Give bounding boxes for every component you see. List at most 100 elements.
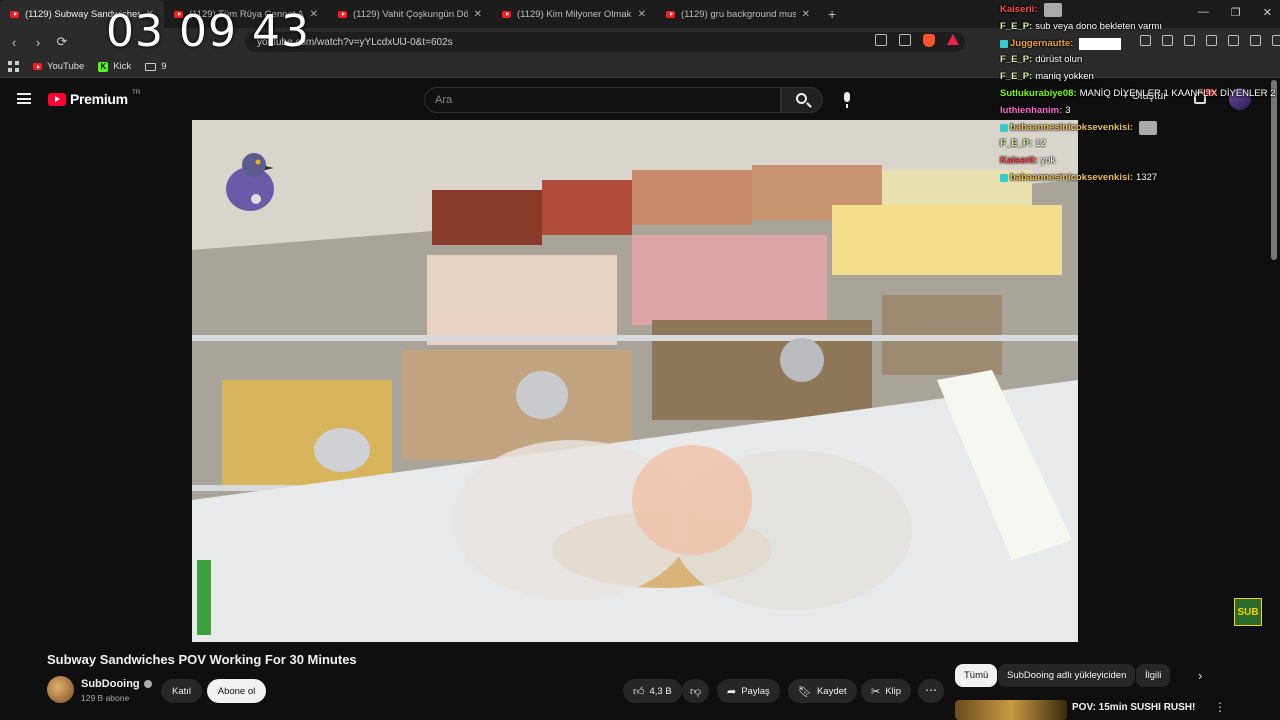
chat-username[interactable]: Juggernautte: bbox=[1010, 36, 1073, 53]
subscribe-button[interactable]: Abone ol bbox=[207, 679, 266, 703]
reload-icon[interactable]: ⟳ bbox=[52, 34, 72, 50]
bookmark-kick[interactable]: K Kick bbox=[98, 61, 131, 72]
chat-message: F_E_P: sub veya dono bekleten varmı bbox=[1000, 19, 1270, 36]
share-button[interactable]: ➦ Paylaş bbox=[717, 679, 780, 703]
dislike-button[interactable]: 👎︎ bbox=[682, 679, 710, 703]
close-tab-icon[interactable]: ✕ bbox=[474, 9, 482, 20]
youtube-favicon-icon bbox=[502, 10, 511, 18]
chat-redaction bbox=[1079, 37, 1122, 50]
back-icon[interactable]: ‹ bbox=[4, 35, 24, 50]
chat-message: Juggernautte: bbox=[1000, 36, 1270, 53]
video-frame bbox=[192, 120, 1078, 642]
more-actions-icon[interactable]: ⋯ bbox=[918, 679, 944, 703]
chat-username[interactable]: Kaiserii: bbox=[1000, 2, 1038, 19]
brave-shield-icon[interactable] bbox=[923, 34, 935, 47]
youtube-favicon-icon bbox=[666, 10, 675, 18]
chat-username[interactable]: Sutlukurabiye08: bbox=[1000, 86, 1077, 103]
address-bar-icons bbox=[875, 34, 959, 47]
youtube-icon bbox=[33, 63, 42, 70]
hamburger-menu-icon[interactable] bbox=[17, 93, 31, 104]
channel-avatar[interactable] bbox=[47, 676, 74, 703]
chat-message: F_E_P: maniq yokken bbox=[1000, 69, 1270, 86]
chevron-right-icon[interactable]: › bbox=[1198, 668, 1202, 683]
forward-icon[interactable]: › bbox=[28, 35, 48, 50]
stream-timer: 03 09 43 bbox=[106, 6, 310, 57]
bookmark-youtube[interactable]: YouTube bbox=[33, 61, 84, 72]
voice-search-button[interactable] bbox=[834, 87, 860, 113]
url-input[interactable]: youtube.com/watch?v=yYLcdxUlJ-0&t=602s bbox=[245, 32, 965, 52]
chat-username[interactable]: F_E_P: bbox=[1000, 52, 1032, 69]
youtube-favicon-icon bbox=[10, 10, 19, 18]
thumbs-down-icon: 👎︎ bbox=[690, 685, 702, 698]
apps-grid-icon[interactable] bbox=[8, 61, 19, 72]
verified-icon bbox=[143, 680, 152, 688]
chat-badge-icon bbox=[1000, 39, 1008, 48]
chat-message: Kaiserii: yok bbox=[1000, 153, 1270, 170]
youtube-play-icon bbox=[48, 92, 66, 106]
video-player[interactable] bbox=[192, 120, 1078, 642]
mic-icon bbox=[844, 92, 850, 102]
chat-message: F_E_P: dürüst olun bbox=[1000, 52, 1270, 69]
chat-text: 1327 bbox=[1136, 171, 1158, 183]
join-button[interactable]: Katıl bbox=[161, 679, 202, 703]
scissors-icon: ✂ bbox=[871, 685, 881, 698]
subscriber-count: 129 B abone bbox=[81, 693, 130, 703]
browser-tab[interactable]: (1129) Vahit Çoşkungün Dönence M✕ bbox=[328, 0, 492, 28]
pigeon-overlay-icon bbox=[226, 153, 274, 211]
chat-username[interactable]: babaannesinicoksevenkisi: bbox=[1010, 170, 1133, 187]
chat-username[interactable]: F_E_P: bbox=[1000, 136, 1032, 153]
save-button[interactable]: 🔖︎ Kaydet bbox=[788, 679, 857, 703]
close-tab-icon[interactable]: ✕ bbox=[310, 9, 318, 20]
search-input[interactable]: Ara bbox=[424, 87, 781, 113]
chat-message: Sutlukurabiye08: MANİQ DİYENLER 1 KAANFLI… bbox=[1000, 86, 1275, 103]
video-title: Subway Sandwiches POV Working For 30 Min… bbox=[47, 652, 357, 667]
recommendation-thumbnail[interactable] bbox=[955, 700, 1067, 720]
chat-text: sub veya dono bekleten varmı bbox=[1035, 20, 1162, 32]
search-icon bbox=[796, 93, 807, 104]
chip-all[interactable]: Tümü bbox=[955, 664, 998, 687]
youtube-logo[interactable]: Premium TR bbox=[48, 89, 140, 107]
like-button[interactable]: 👍︎ 4,3 B bbox=[623, 679, 682, 703]
chat-overlay: Kaiserii: F_E_P: sub veya dono bekleten va… bbox=[1000, 2, 1275, 187]
channel-name[interactable]: SubDooing bbox=[81, 678, 152, 690]
chat-message: Kaiserii: bbox=[1000, 2, 1270, 19]
page-scrollbar[interactable] bbox=[1271, 80, 1277, 260]
close-tab-icon[interactable]: ✕ bbox=[802, 9, 810, 20]
recommendation-menu-icon[interactable]: ⋮ bbox=[1214, 700, 1226, 714]
browser-tab[interactable]: (1129) gru background music (1 hou✕ bbox=[656, 0, 820, 28]
recommendation-title[interactable]: POV: 15min SUSHI RUSH! bbox=[1072, 702, 1195, 713]
chat-badge-icon bbox=[1000, 174, 1008, 183]
chip-from-uploader[interactable]: SubDooing adlı yükleyiciden bbox=[998, 664, 1136, 687]
folder-icon bbox=[145, 62, 157, 71]
chat-username[interactable]: F_E_P: bbox=[1000, 19, 1032, 36]
chat-username[interactable]: F_E_P: bbox=[1000, 69, 1032, 86]
chat-badge-icon bbox=[1000, 123, 1008, 132]
chat-message: babaannesinicoksevenkisi: bbox=[1000, 120, 1270, 137]
bookmark-folder[interactable]: 9 bbox=[145, 61, 167, 72]
chat-username[interactable]: Kaiserii: bbox=[1000, 153, 1038, 170]
close-tab-icon[interactable]: ✕ bbox=[638, 9, 646, 20]
search-button[interactable] bbox=[781, 87, 823, 113]
chat-text: 3 bbox=[1065, 104, 1071, 116]
clip-button[interactable]: ✂ Klip bbox=[861, 679, 912, 703]
menu-icon[interactable] bbox=[1272, 35, 1280, 46]
brave-rewards-icon[interactable] bbox=[947, 34, 959, 45]
new-tab-button[interactable]: + bbox=[820, 6, 844, 22]
youtube-favicon-icon bbox=[338, 10, 347, 18]
thumbs-up-icon: 👍︎ bbox=[633, 685, 645, 698]
chat-message: luthienhanim: 3 bbox=[1000, 103, 1270, 120]
share-icon[interactable] bbox=[899, 34, 911, 46]
channel-watermark[interactable]: SUB bbox=[1234, 598, 1262, 626]
chat-username[interactable]: babaannesinicoksevenkisi: bbox=[1010, 120, 1133, 137]
bookmark-icon: 🔖︎ bbox=[798, 685, 812, 698]
kick-icon: K bbox=[98, 61, 109, 72]
browser-tab[interactable]: (1129) Kim Milyoner Olmak İster? 12✕ bbox=[492, 0, 656, 28]
chat-text: MANİQ DİYENLER 1 KAANFLIX DİYENLER 2 bbox=[1079, 87, 1276, 99]
chip-related[interactable]: İlgili bbox=[1136, 664, 1171, 687]
chat-message: F_E_P: 12 bbox=[1000, 136, 1270, 153]
cast-icon[interactable] bbox=[875, 34, 887, 46]
chat-username[interactable]: luthienhanim: bbox=[1000, 103, 1062, 120]
chat-emote-icon bbox=[1043, 3, 1062, 18]
chat-text: yok bbox=[1040, 155, 1056, 167]
chat-text: maniq yokken bbox=[1035, 71, 1094, 83]
